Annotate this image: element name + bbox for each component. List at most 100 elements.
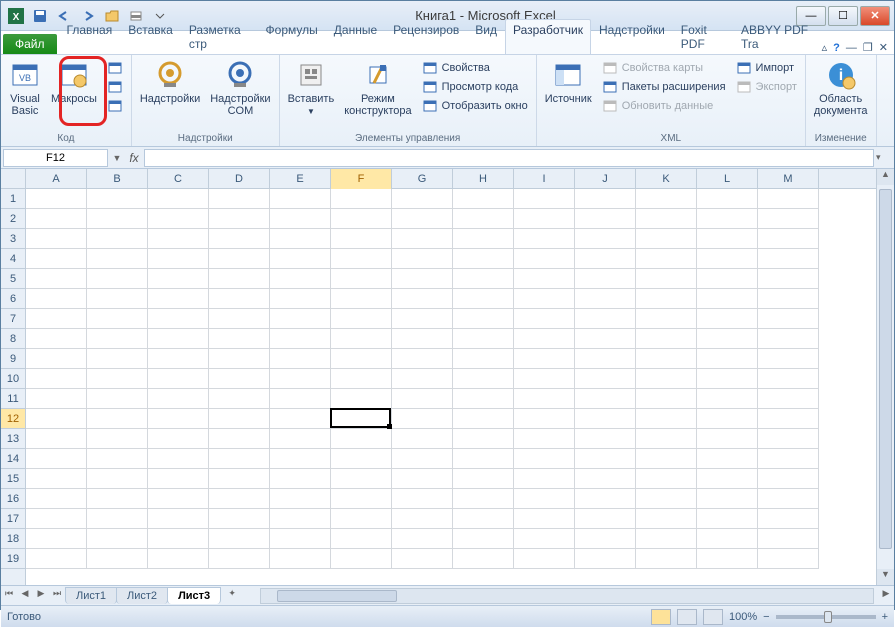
cell[interactable] xyxy=(331,329,392,349)
cell[interactable] xyxy=(209,289,270,309)
cell[interactable] xyxy=(697,229,758,249)
cell[interactable] xyxy=(575,309,636,329)
cell[interactable] xyxy=(148,229,209,249)
select-all-corner[interactable] xyxy=(1,169,26,189)
cell[interactable] xyxy=(453,249,514,269)
cell[interactable] xyxy=(453,409,514,429)
cell[interactable] xyxy=(331,309,392,329)
cell[interactable] xyxy=(87,489,148,509)
cell[interactable] xyxy=(87,189,148,209)
cell[interactable] xyxy=(270,449,331,469)
cell[interactable] xyxy=(758,449,819,469)
cell[interactable] xyxy=(270,269,331,289)
tab-надстройки[interactable]: Надстройки xyxy=(591,19,673,54)
close-button[interactable]: ✕ xyxy=(860,6,890,26)
cell[interactable] xyxy=(514,449,575,469)
name-box[interactable]: F12 xyxy=(3,149,108,167)
column-header-H[interactable]: H xyxy=(453,169,514,189)
tab-вставка[interactable]: Вставка xyxy=(120,19,181,54)
cell[interactable] xyxy=(453,529,514,549)
horizontal-scroll-thumb[interactable] xyxy=(277,590,397,602)
sheet-tab-лист2[interactable]: Лист2 xyxy=(116,587,168,604)
cell[interactable] xyxy=(26,249,87,269)
cell[interactable] xyxy=(636,429,697,449)
tab-разработчик[interactable]: Разработчик xyxy=(505,19,591,54)
record-button[interactable] xyxy=(103,59,127,77)
cell[interactable] xyxy=(453,209,514,229)
sheet-nav-first-icon[interactable]: ⏮ xyxy=(1,588,17,604)
cell[interactable] xyxy=(514,209,575,229)
cell[interactable] xyxy=(392,289,453,309)
cell[interactable] xyxy=(575,289,636,309)
cell[interactable] xyxy=(514,349,575,369)
cell[interactable] xyxy=(636,409,697,429)
cell[interactable] xyxy=(270,209,331,229)
sheet-tab-лист3[interactable]: Лист3 xyxy=(167,587,221,604)
cell[interactable] xyxy=(697,189,758,209)
props-button[interactable]: Свойства xyxy=(418,59,532,77)
tab-данные[interactable]: Данные xyxy=(326,19,385,54)
cell[interactable] xyxy=(392,549,453,569)
new-sheet-button[interactable]: ✦ xyxy=(224,588,240,604)
cell[interactable] xyxy=(87,449,148,469)
column-header-G[interactable]: G xyxy=(392,169,453,189)
vb-button[interactable]: VBVisualBasic xyxy=(5,57,45,119)
cell[interactable] xyxy=(209,509,270,529)
cell[interactable] xyxy=(514,509,575,529)
cell[interactable] xyxy=(331,429,392,449)
cell[interactable] xyxy=(392,329,453,349)
cell[interactable] xyxy=(209,489,270,509)
cell[interactable] xyxy=(392,409,453,429)
cell[interactable] xyxy=(514,329,575,349)
cell[interactable] xyxy=(148,209,209,229)
cell[interactable] xyxy=(270,429,331,449)
cell[interactable] xyxy=(514,469,575,489)
cell[interactable] xyxy=(575,409,636,429)
sheet-nav-last-icon[interactable]: ⏭ xyxy=(49,588,65,604)
scroll-down-icon[interactable]: ▼ xyxy=(877,569,894,585)
row-header-13[interactable]: 13 xyxy=(1,429,25,449)
excel-icon[interactable]: X xyxy=(5,5,27,27)
sheet-nav-next-icon[interactable]: ▶ xyxy=(33,588,49,604)
cell[interactable] xyxy=(758,489,819,509)
cell[interactable] xyxy=(148,529,209,549)
cell[interactable] xyxy=(26,389,87,409)
design-button[interactable]: Режимконструктора xyxy=(340,57,415,119)
expansion-button[interactable]: Пакеты расширения xyxy=(598,78,730,96)
cell[interactable] xyxy=(26,529,87,549)
cell[interactable] xyxy=(636,449,697,469)
cell[interactable] xyxy=(575,189,636,209)
tab-вид[interactable]: Вид xyxy=(467,19,505,54)
cell[interactable] xyxy=(636,229,697,249)
cell[interactable] xyxy=(514,409,575,429)
page-layout-view-button[interactable] xyxy=(677,609,697,625)
cell[interactable] xyxy=(148,269,209,289)
cell[interactable] xyxy=(87,529,148,549)
cell[interactable] xyxy=(87,369,148,389)
cell[interactable] xyxy=(453,269,514,289)
workbook-close-icon[interactable]: ✕ xyxy=(879,41,888,54)
cell[interactable] xyxy=(514,489,575,509)
row-header-16[interactable]: 16 xyxy=(1,489,25,509)
row-header-12[interactable]: 12 xyxy=(1,409,25,429)
column-header-I[interactable]: I xyxy=(514,169,575,189)
cell[interactable] xyxy=(575,369,636,389)
zoom-slider[interactable] xyxy=(776,615,876,619)
row-header-10[interactable]: 10 xyxy=(1,369,25,389)
zoom-in-button[interactable]: + xyxy=(882,611,888,623)
cell[interactable] xyxy=(26,289,87,309)
cell[interactable] xyxy=(392,369,453,389)
cell[interactable] xyxy=(575,209,636,229)
cell[interactable] xyxy=(270,309,331,329)
cell[interactable] xyxy=(209,449,270,469)
cell[interactable] xyxy=(270,549,331,569)
cell[interactable] xyxy=(697,309,758,329)
cell[interactable] xyxy=(453,309,514,329)
cell[interactable] xyxy=(331,509,392,529)
cell[interactable] xyxy=(392,489,453,509)
column-header-K[interactable]: K xyxy=(636,169,697,189)
row-header-18[interactable]: 18 xyxy=(1,529,25,549)
cell[interactable] xyxy=(758,529,819,549)
cell[interactable] xyxy=(636,249,697,269)
cell[interactable] xyxy=(514,429,575,449)
